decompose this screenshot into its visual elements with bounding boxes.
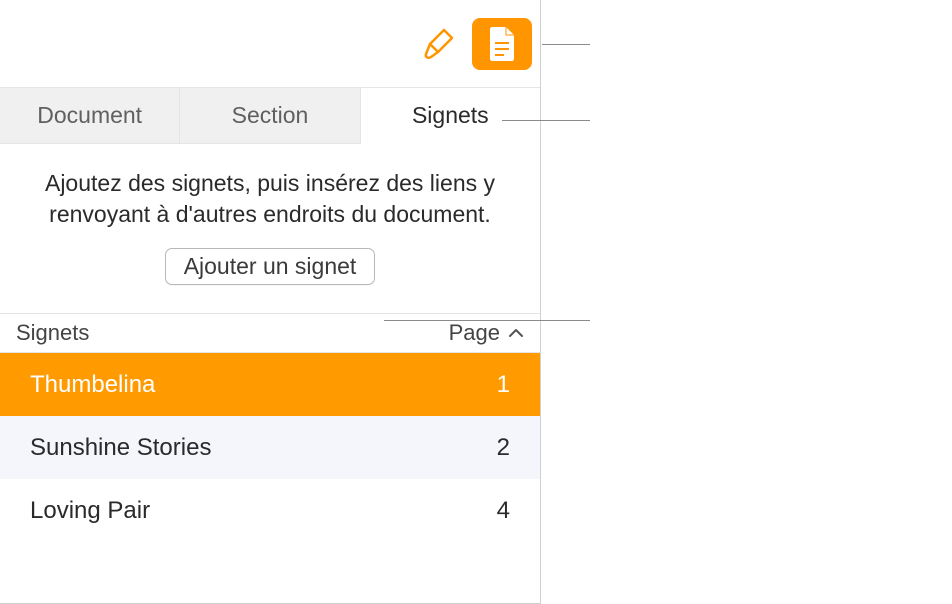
bookmark-page: 1 [497, 371, 516, 399]
bookmark-page: 4 [497, 497, 516, 525]
tab-section[interactable]: Section [180, 88, 360, 143]
header-name-column[interactable]: Signets [16, 320, 449, 346]
format-button[interactable] [408, 18, 468, 70]
bookmark-name: Sunshine Stories [30, 434, 497, 462]
tab-document[interactable]: Document [0, 88, 180, 143]
document-options-button[interactable] [472, 18, 532, 70]
bookmark-row[interactable]: Loving Pair 4 [0, 479, 540, 542]
bookmark-row[interactable]: Thumbelina 1 [0, 353, 540, 416]
bookmark-page: 2 [497, 434, 516, 462]
callout-line [502, 120, 590, 121]
sort-ascending-icon[interactable] [506, 323, 526, 343]
header-page-column[interactable]: Page [449, 320, 500, 346]
bookmark-name: Loving Pair [30, 497, 497, 525]
callout-line [384, 320, 590, 321]
tab-bookmarks[interactable]: Signets [361, 88, 540, 144]
document-icon [485, 25, 519, 63]
inspector-panel: Document Section Signets Ajoutez des sig… [0, 0, 541, 604]
bookmark-name: Thumbelina [30, 371, 497, 399]
add-button-container: Ajouter un signet [0, 248, 540, 313]
toolbar [0, 0, 540, 87]
bookmark-list: Thumbelina 1 Sunshine Stories 2 Loving P… [0, 353, 540, 542]
bookmark-row[interactable]: Sunshine Stories 2 [0, 416, 540, 479]
callout-line [542, 44, 590, 45]
help-text: Ajoutez des signets, puis insérez des li… [0, 144, 540, 248]
add-bookmark-button[interactable]: Ajouter un signet [165, 248, 376, 285]
tabs: Document Section Signets [0, 87, 540, 144]
brush-icon [420, 26, 456, 62]
